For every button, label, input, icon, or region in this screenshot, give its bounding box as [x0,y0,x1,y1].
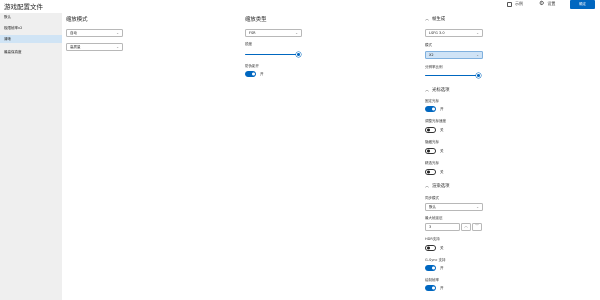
lock-cursor-toggle[interactable] [425,106,436,112]
sync-mode-select[interactable]: 默认 ⌄ [425,203,483,211]
scaling-mode-value: 自动 [70,30,77,35]
sidebar-item-clear[interactable]: 清晰 [0,35,62,43]
cursor-option-label: 精选光标 [425,161,439,165]
settings-button[interactable]: ⚙ 设置 [539,1,555,7]
hdr-support-toggle[interactable] [425,245,436,251]
sharpness-slider-thumb[interactable] [296,52,301,57]
toggle-knob [426,128,430,132]
upscaler-type-select[interactable]: FSR ⌄ [245,29,302,37]
gsync-support-toggle[interactable] [425,265,436,271]
cursor-option-label: 固定光标 [425,99,439,103]
quality-value: 高质量 [70,44,81,49]
lock-cursor-state: 开 [440,106,444,111]
framegen-mode-value: X2 [429,53,434,57]
framegen-title: 帧生成 [432,17,446,22]
confirm-button[interactable]: 确定 [570,0,595,9]
toggle-knob [426,149,430,153]
gear-icon: ⚙ [539,0,545,7]
draw-fps-state: 开 [440,285,444,290]
cursor-options-header[interactable]: ︿ 光标选项 [425,87,450,93]
toggle-knob [431,286,435,290]
anti-artifact-label: 防伪影开 [245,64,259,68]
increment-button[interactable]: ︿ [461,223,471,231]
render-options-header[interactable]: ︿ 渲染选项 [425,183,450,189]
flow-scale-slider-track[interactable] [425,75,479,77]
sidebar-item-fidelity[interactable]: 最高保真度 [0,48,62,56]
render-toggle-label: HDR支持 [425,237,440,241]
chevron-down-icon: ⌄ [116,31,119,35]
select-cursor-state: 关 [440,169,444,174]
toggle-knob [431,107,435,111]
flow-scale-label: 分辨率比例 [425,65,443,69]
hide-cursor-toggle[interactable] [425,148,436,154]
checkbox-box[interactable] [507,1,512,7]
hdr-support-state: 关 [440,245,444,250]
chevron-down-icon: ⌄ [476,53,479,57]
chevron-down-icon: ⌄ [116,45,119,49]
chevron-down-icon: ⌄ [295,31,298,35]
framegen-mode-label: 模式 [425,43,432,47]
scaling-mode-select[interactable]: 自动 ⌄ [66,29,123,37]
render-toggle-label: G-Sync 支持 [425,258,446,262]
chevron-down-icon: ⌄ [476,31,479,35]
select-cursor-toggle[interactable] [425,169,436,175]
title-bar: 游戏配置文件 示例 ⚙ 设置 确定 [0,0,600,13]
cursor-speed-toggle[interactable] [425,127,436,133]
cursor-option-label: 调整光标速度 [425,119,446,123]
cursor-options-title: 光标选项 [432,88,450,93]
sidebar-item-max-fps[interactable]: 极限帧率v2 [0,24,62,32]
render-toggle-label: 绘制帧率 [425,278,439,282]
max-latency-input[interactable]: 3 [425,223,460,231]
settings-label: 设置 [547,1,556,6]
app-title: 游戏配置文件 [4,3,43,11]
render-options-title: 渲染选项 [432,184,450,189]
decrement-button[interactable]: ﹀ [472,223,482,231]
toggle-knob [251,72,255,76]
anti-artifact-state: 开 [260,71,264,76]
anti-artifact-toggle[interactable] [245,71,256,77]
sync-mode-label: 同步模式 [425,196,439,200]
toggle-knob [426,246,430,250]
max-latency-label: 最大帧延迟 [425,216,443,220]
quality-select[interactable]: 高质量 ⌄ [66,43,123,51]
framegen-mode-select[interactable]: X2 ⌄ [425,51,483,59]
framegen-version-select[interactable]: LSFG 3.0 ⌄ [425,29,483,37]
hide-cursor-state: 关 [440,148,444,153]
sidebar-item-default[interactable]: 默认 [0,13,62,21]
chevron-up-icon: ︿ [425,183,429,188]
framegen-version-value: LSFG 3.0 [429,31,445,35]
demo-checkbox-label: 示例 [515,1,523,6]
upscaler-title: 缩放类型 [245,17,267,23]
sharpness-label: 锐度 [245,42,252,46]
framegen-header[interactable]: ︿ 帧生成 [425,16,445,22]
profile-sidebar: 默认 极限帧率v2 清晰 最高保真度 [0,13,62,300]
cursor-option-label: 隐藏光标 [425,140,439,144]
sync-mode-value: 默认 [429,204,436,209]
flow-scale-slider-thumb[interactable] [476,73,481,78]
chevron-up-icon: ︿ [425,87,429,92]
chevron-up-icon: ︿ [425,16,429,21]
cursor-speed-state: 关 [440,127,444,132]
chevron-down-icon: ⌄ [476,205,479,209]
gsync-support-state: 开 [440,265,444,270]
demo-checkbox[interactable]: 示例 [507,1,523,7]
toggle-knob [426,170,430,174]
toggle-knob [431,266,435,270]
upscaler-type-value: FSR [249,31,256,35]
scaling-mode-title: 缩放模式 [66,17,88,23]
sharpness-slider-track[interactable] [245,54,299,56]
draw-fps-toggle[interactable] [425,285,436,291]
